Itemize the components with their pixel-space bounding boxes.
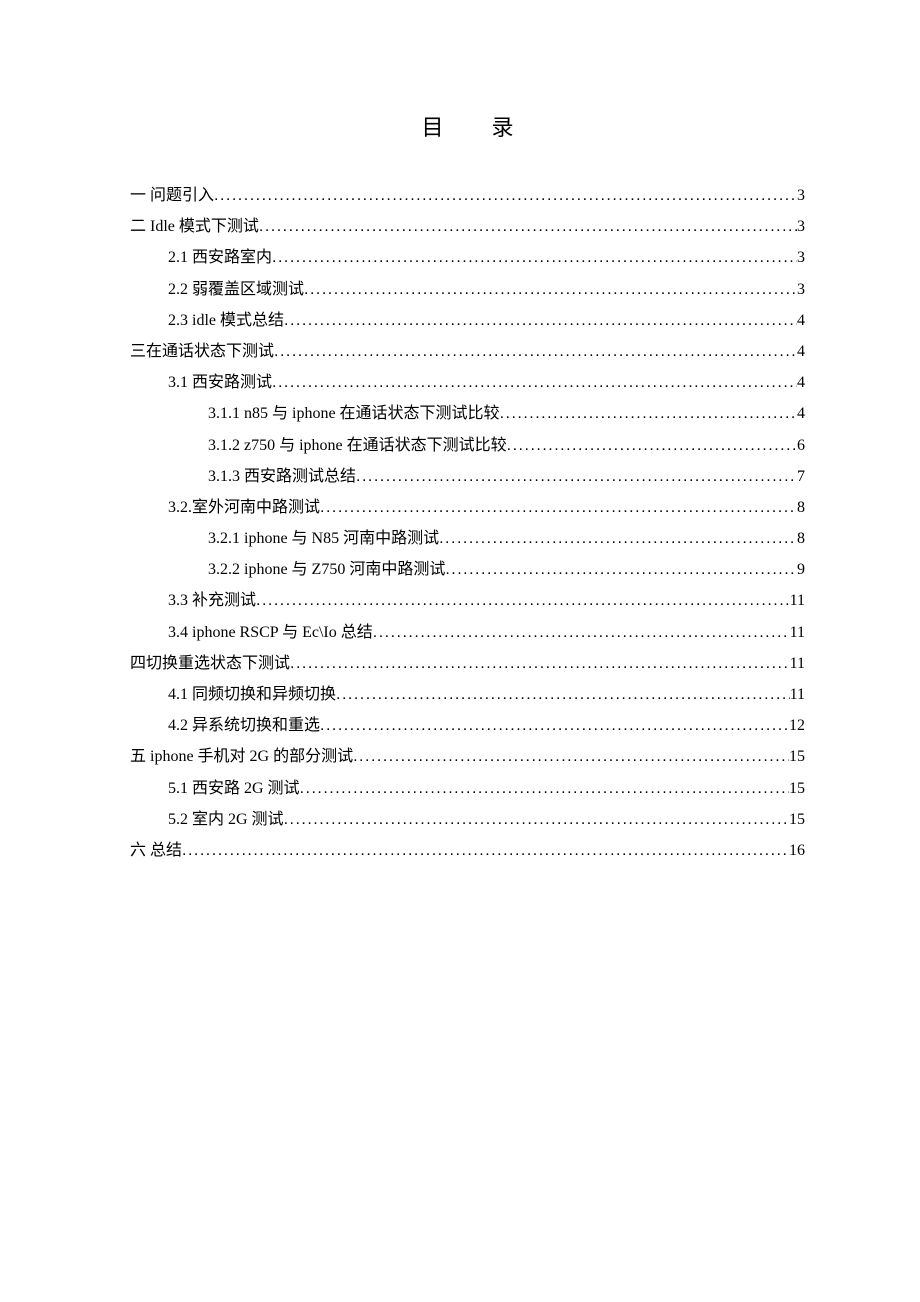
toc-dots: [214, 180, 797, 211]
toc-entry-text: 2.2 弱覆盖区域测试: [168, 274, 304, 305]
toc-entry-text: 4.1 同频切换和异频切换: [168, 679, 336, 710]
toc-dots: [353, 741, 789, 772]
toc-entry-text: 2.3 idle 模式总结: [168, 305, 284, 336]
toc-container: 一 问题引入3二 Idle 模式下测试 32.1 西安路室内32.2 弱覆盖区域…: [130, 180, 805, 866]
toc-entry[interactable]: 4.1 同频切换和异频切换 11: [130, 679, 805, 710]
toc-dots: [500, 398, 797, 429]
toc-entry[interactable]: 五 iphone 手机对 2G 的部分测试 15: [130, 741, 805, 772]
toc-entry-text: 3.2.2 iphone 与 Z750 河南中路测试: [208, 554, 445, 585]
toc-entry[interactable]: 三在通话状态下测试 4: [130, 336, 805, 367]
toc-dots: [373, 617, 790, 648]
toc-entry[interactable]: 四切换重选状态下测试 11: [130, 648, 805, 679]
toc-entry-text: 四切换重选状态下测试: [130, 648, 290, 679]
toc-page-number: 11: [790, 585, 805, 616]
toc-entry[interactable]: 3.1.2 z750 与 iphone 在通话状态下测试比较 6: [130, 430, 805, 461]
toc-title: 目录: [130, 110, 805, 142]
toc-dots: [274, 336, 797, 367]
toc-entry-text: 3.1.1 n85 与 iphone 在通话状态下测试比较: [208, 398, 500, 429]
toc-page-number: 8: [797, 523, 805, 554]
toc-entry[interactable]: 3.1.1 n85 与 iphone 在通话状态下测试比较 4: [130, 398, 805, 429]
toc-page-number: 16: [789, 835, 805, 866]
toc-page-number: 8: [797, 492, 805, 523]
toc-dots: [256, 585, 790, 616]
toc-page-number: 11: [790, 648, 805, 679]
toc-dots: [284, 305, 797, 336]
toc-entry-text: 5.1 西安路 2G 测试: [168, 773, 300, 804]
toc-dots: [272, 367, 797, 398]
toc-entry-text: 3.4 iphone RSCP 与 Ec\Io 总结: [168, 617, 373, 648]
toc-dots: [290, 648, 790, 679]
toc-dots: [356, 461, 797, 492]
toc-entry[interactable]: 3.2.2 iphone 与 Z750 河南中路测试 9: [130, 554, 805, 585]
toc-entry[interactable]: 5.1 西安路 2G 测试 15: [130, 773, 805, 804]
toc-entry-text: 3.1.3 西安路测试总结: [208, 461, 356, 492]
toc-entry-text: 3.2.室外河南中路测试: [168, 492, 320, 523]
toc-page-number: 4: [797, 367, 805, 398]
toc-page-number: 3: [797, 211, 805, 242]
toc-page-number: 11: [790, 679, 805, 710]
toc-dots: [182, 835, 789, 866]
toc-page-number: 15: [789, 741, 805, 772]
toc-page-number: 6: [797, 430, 805, 461]
toc-entry[interactable]: 一 问题引入 3: [130, 180, 805, 211]
toc-entry[interactable]: 六 总结 16: [130, 835, 805, 866]
toc-entry[interactable]: 3.2.1 iphone 与 N85 河南中路测试 8: [130, 523, 805, 554]
toc-entry[interactable]: 3.4 iphone RSCP 与 Ec\Io 总结 11: [130, 617, 805, 648]
toc-entry-text: 4.2 异系统切换和重选: [168, 710, 320, 741]
toc-page-number: 7: [797, 461, 805, 492]
toc-dots: [304, 274, 797, 305]
toc-entry-text: 3.3 补充测试: [168, 585, 256, 616]
toc-entry-text: 3.2.1 iphone 与 N85 河南中路测试: [208, 523, 439, 554]
toc-dots: [320, 710, 789, 741]
toc-dots: [259, 211, 797, 242]
toc-page-number: 4: [797, 305, 805, 336]
toc-page-number: 9: [797, 554, 805, 585]
toc-page-number: 4: [797, 398, 805, 429]
toc-entry-text: 2.1 西安路室内: [168, 242, 272, 273]
toc-entry[interactable]: 二 Idle 模式下测试 3: [130, 211, 805, 242]
toc-dots: [507, 430, 797, 461]
toc-entry[interactable]: 2.3 idle 模式总结 4: [130, 305, 805, 336]
toc-entry-text: 六 总结: [130, 835, 182, 866]
toc-dots: [439, 523, 797, 554]
toc-dots: [272, 242, 797, 273]
toc-entry-text: 一 问题引入: [130, 180, 214, 211]
toc-entry[interactable]: 2.1 西安路室内 3: [130, 242, 805, 273]
toc-page-number: 4: [797, 336, 805, 367]
toc-page-number: 3: [797, 242, 805, 273]
toc-entry[interactable]: 3.2.室外河南中路测试 8: [130, 492, 805, 523]
toc-entry-text: 3.1.2 z750 与 iphone 在通话状态下测试比较: [208, 430, 507, 461]
toc-entry-text: 5.2 室内 2G 测试: [168, 804, 284, 835]
toc-page-number: 15: [789, 804, 805, 835]
toc-dots: [284, 804, 789, 835]
toc-dots: [300, 773, 789, 804]
toc-entry[interactable]: 4.2 异系统切换和重选 12: [130, 710, 805, 741]
toc-page-number: 12: [789, 710, 805, 741]
toc-page-number: 11: [790, 617, 805, 648]
toc-entry-text: 三在通话状态下测试: [130, 336, 274, 367]
toc-dots: [320, 492, 797, 523]
toc-entry[interactable]: 2.2 弱覆盖区域测试 3: [130, 274, 805, 305]
toc-entry-text: 二 Idle 模式下测试: [130, 211, 259, 242]
toc-entry[interactable]: 5.2 室内 2G 测试 15: [130, 804, 805, 835]
toc-page-number: 15: [789, 773, 805, 804]
toc-entry-text: 五 iphone 手机对 2G 的部分测试: [130, 741, 353, 772]
toc-page-number: 3: [797, 180, 805, 211]
toc-entry-text: 3.1 西安路测试: [168, 367, 272, 398]
toc-dots: [445, 554, 797, 585]
toc-entry[interactable]: 3.3 补充测试 11: [130, 585, 805, 616]
toc-page-number: 3: [797, 274, 805, 305]
toc-dots: [336, 679, 790, 710]
toc-entry[interactable]: 3.1.3 西安路测试总结 7: [130, 461, 805, 492]
toc-entry[interactable]: 3.1 西安路测试 4: [130, 367, 805, 398]
